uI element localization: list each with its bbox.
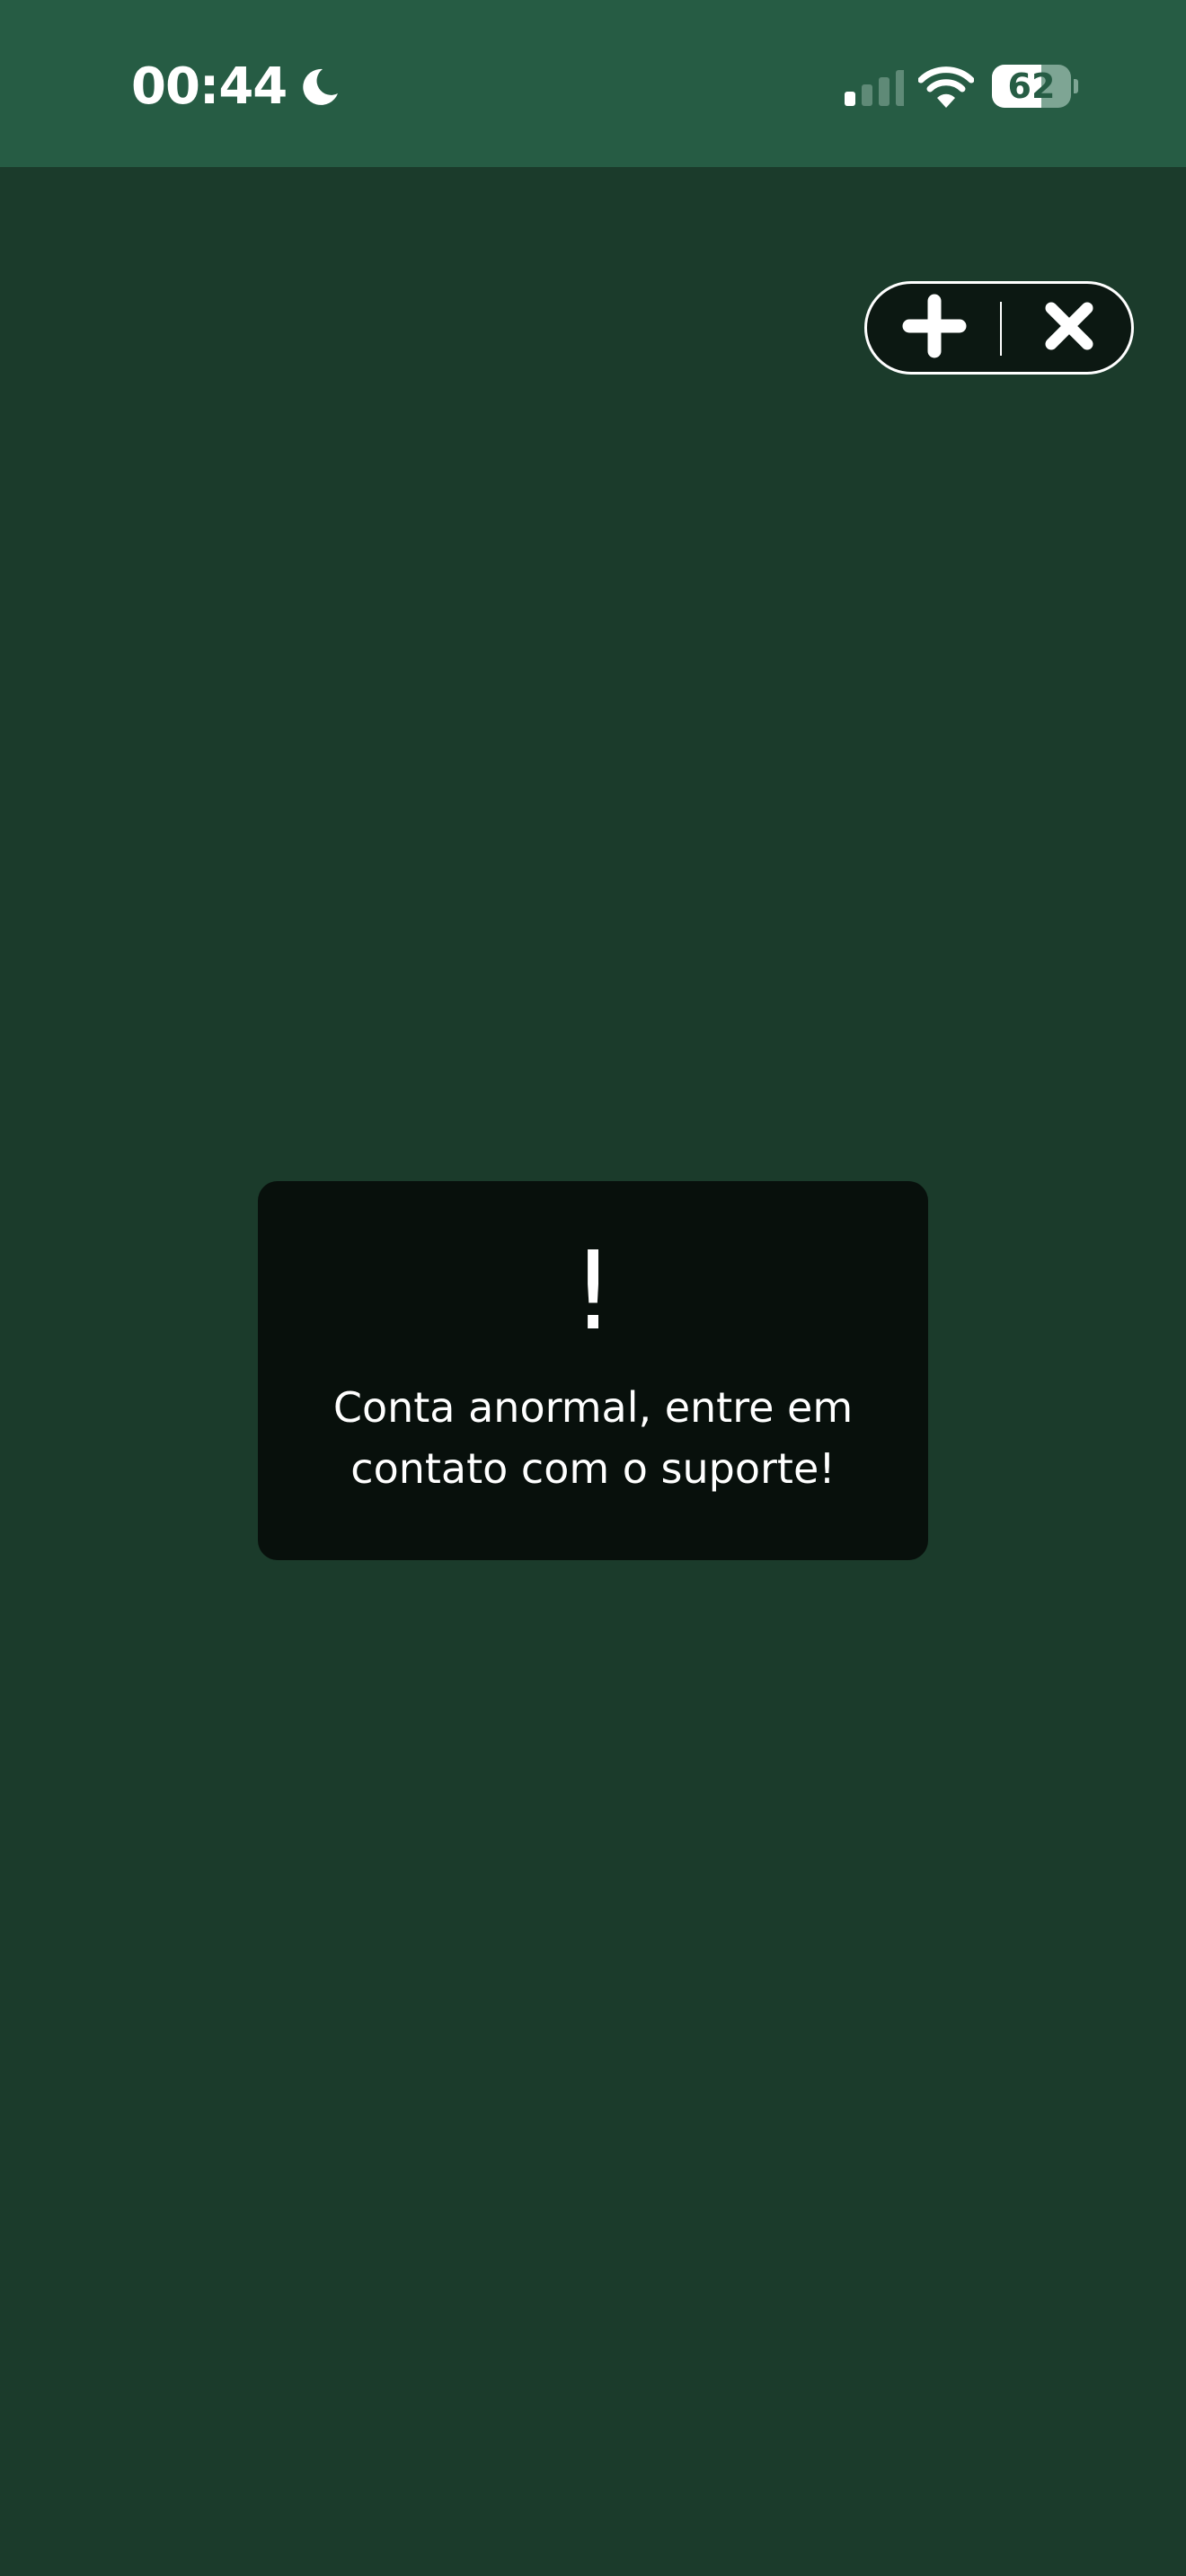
close-button[interactable] [1002,284,1137,372]
toast: ! Conta anormal, entre em contato com o … [258,1181,928,1560]
plus-icon [902,294,967,362]
battery-shell: 62 [992,65,1071,108]
moon-icon [299,66,341,108]
wifi-icon [917,65,975,110]
signal-bar [896,70,907,106]
status-bar: 00:44 62 [0,0,1186,167]
exclamation-mark: ! [571,1230,615,1354]
close-icon [1042,299,1096,357]
signal-bar [879,77,890,106]
battery-level: 62 [1007,66,1056,106]
toast-message: Conta anormal, entre em contato com o su… [332,1383,854,1493]
signal-bar [862,84,872,106]
status-time: 00:44 [131,57,288,116]
more-button[interactable] [867,284,1002,372]
battery-icon: 62 [992,65,1078,108]
signal-bar [845,92,855,106]
cellular-signal-icon [841,66,907,108]
status-time-group: 00:44 [131,54,341,120]
capsule-menu [864,281,1134,375]
battery-cap [1074,79,1078,93]
